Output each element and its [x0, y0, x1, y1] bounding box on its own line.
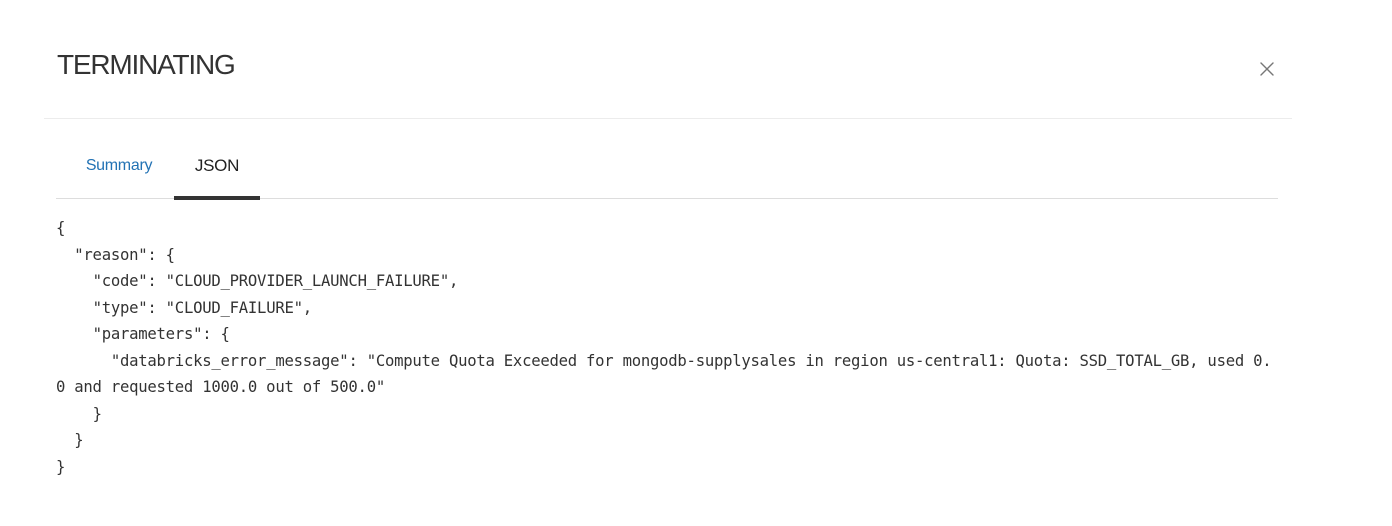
modal-header: TERMINATING [44, 0, 1292, 119]
tab-json-label: JSON [194, 156, 240, 175]
tab-summary-label: Summary [85, 157, 153, 174]
tab-summary[interactable]: Summary [62, 142, 176, 198]
active-tab-indicator [174, 196, 260, 200]
event-details-modal: TERMINATING Summary JSON { "reason": { "… [0, 0, 1392, 526]
json-content: { "reason": { "code": "CLOUD_PROVIDER_LA… [56, 219, 1272, 476]
tab-json[interactable]: JSON [174, 142, 260, 200]
close-button[interactable] [1252, 54, 1282, 84]
tab-bar: Summary JSON [56, 142, 1278, 200]
modal-title: TERMINATING [57, 49, 236, 80]
close-icon [1260, 62, 1274, 76]
